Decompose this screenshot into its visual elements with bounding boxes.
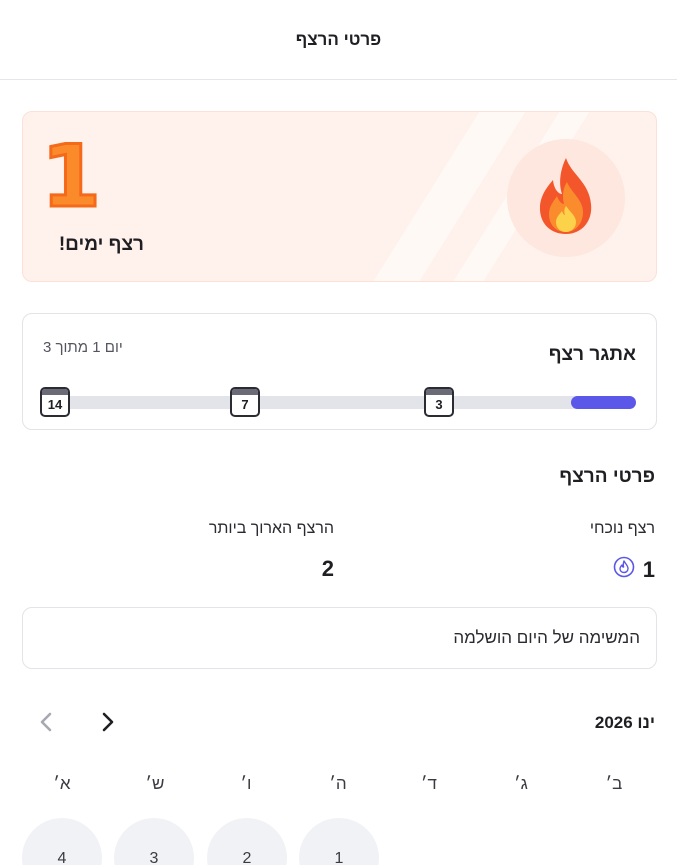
task-status-text: המשימה של היום הושלמה xyxy=(453,628,640,647)
streak-flame-outline-icon xyxy=(613,556,635,584)
task-status-box: המשימה של היום הושלמה xyxy=(22,607,657,669)
milestone-7-calendar-icon: 7 xyxy=(230,387,260,417)
calendar-day[interactable]: 3 xyxy=(114,818,194,865)
challenge-progress-fill xyxy=(570,396,636,409)
streak-challenge-card: אתגר רצף יום 1 מתוך 3 3 7 14 xyxy=(22,313,657,430)
milestone-3-calendar-icon: 3 xyxy=(424,387,454,417)
current-streak-value-group: 1 xyxy=(613,556,655,584)
weekday-label: ב׳ xyxy=(605,774,623,793)
weekday-label: ו׳ xyxy=(240,774,252,793)
calendar-day[interactable]: 2 xyxy=(207,818,287,865)
flame-badge xyxy=(507,139,625,257)
current-streak-label: רצף נוכחי xyxy=(589,520,655,537)
calendar-month-label: ינו 2026 xyxy=(594,713,655,732)
current-streak-value: 1 xyxy=(642,557,655,582)
challenge-progress-text: יום 1 מתוך 3 xyxy=(43,339,123,356)
details-section-title: פרטי הרצף xyxy=(559,466,655,487)
streak-count: 1 xyxy=(40,127,103,227)
challenge-progress-track xyxy=(43,396,636,409)
longest-streak-label: הרצף הארוך ביותר xyxy=(208,520,334,537)
streak-hero-card: 1 רצף ימים! xyxy=(22,111,657,282)
chevron-left-icon xyxy=(39,711,53,738)
calendar-prev-month-button[interactable] xyxy=(32,708,60,740)
challenge-title: אתגר רצף xyxy=(548,344,636,365)
calendar-day[interactable]: 4 xyxy=(22,818,102,865)
page-title: פרטי הרצף xyxy=(295,29,382,49)
chevron-right-icon xyxy=(101,711,115,738)
weekday-label: ג׳ xyxy=(514,774,528,793)
longest-streak-value: 2 xyxy=(321,556,334,581)
weekday-label: ה׳ xyxy=(329,774,347,793)
weekday-label: ש׳ xyxy=(145,774,165,793)
calendar-next-month-button[interactable] xyxy=(94,708,122,740)
page-header: פרטי הרצף xyxy=(0,0,677,80)
milestone-14-calendar-icon: 14 xyxy=(40,387,70,417)
weekday-label: א׳ xyxy=(53,774,71,793)
streak-details-page: פרטי הרצף 1 רצף ימים! אתגר רצף יום 1 מתו… xyxy=(0,0,677,865)
streak-days-label: רצף ימים! xyxy=(58,234,144,255)
flame-icon xyxy=(531,156,601,241)
calendar-day[interactable]: 1 xyxy=(299,818,379,865)
weekday-label: ד׳ xyxy=(421,774,437,793)
